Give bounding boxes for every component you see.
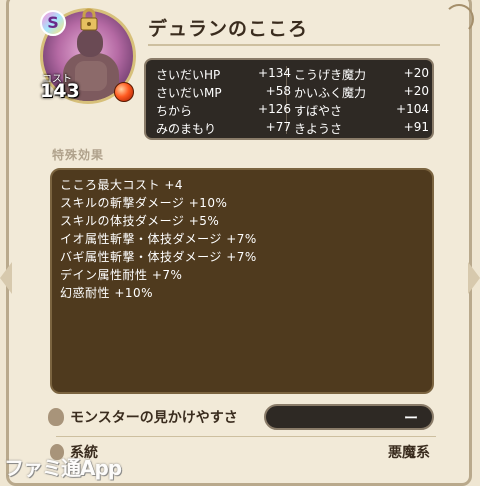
watermark-logo: ファミ通App (4, 456, 122, 480)
stat-value: +104 (396, 102, 429, 116)
page-title: デュランのこころ (148, 18, 309, 40)
lock-icon[interactable] (78, 8, 100, 32)
effect-line: スキルの体技ダメージ +5% (60, 214, 220, 228)
stat-row: すばやさ +104 (294, 102, 429, 120)
rank-badge: S (40, 10, 66, 36)
stat-row: こうげき魔力 +20 (294, 66, 429, 84)
stat-name: すばやさ (294, 104, 343, 118)
stat-name: きようさ (294, 122, 343, 136)
effect-line: こころ最大コスト +4 (60, 178, 184, 192)
section-divider (56, 436, 436, 437)
title-divider (148, 44, 440, 46)
effect-line: イオ属性斬撃・体技ダメージ +7% (60, 232, 257, 246)
stat-name: こうげき魔力 (294, 68, 367, 82)
stats-panel: さいだいHP +134 さいだいMP +58 ちから +126 みのまもり +7… (144, 58, 434, 140)
visibility-value: ー (404, 411, 418, 427)
stat-row: ちから +126 (156, 102, 291, 120)
cost-value: 143 (40, 80, 80, 102)
stat-name: さいだいHP (156, 68, 221, 82)
prev-arrow-icon[interactable] (0, 262, 12, 294)
stat-row: みのまもり +77 (156, 120, 291, 138)
visibility-bar: ー (264, 404, 434, 430)
special-effects-panel[interactable]: こころ最大コスト +4 スキルの斬撃ダメージ +10% スキルの体技ダメージ +… (50, 168, 434, 394)
corner-ornament-icon (444, 4, 474, 34)
stat-row: さいだいMP +58 (156, 84, 291, 102)
stat-value: +91 (403, 120, 429, 134)
portrait-head (77, 29, 103, 57)
effect-line: スキルの斬撃ダメージ +10% (60, 196, 228, 210)
stat-value: +20 (403, 84, 429, 98)
next-arrow-icon[interactable] (468, 262, 480, 294)
stat-value: +126 (258, 102, 291, 116)
stat-name: みのまもり (156, 122, 217, 136)
stat-name: ちから (156, 104, 193, 118)
special-effects-label: 特殊効果 (52, 148, 105, 162)
effect-line: バギ属性斬撃・体技ダメージ +7% (60, 250, 257, 264)
stat-name: さいだいMP (156, 86, 222, 100)
effect-line: 幻惑耐性 +10% (60, 286, 154, 300)
stat-name: かいふく魔力 (294, 86, 367, 100)
stat-row: きようさ +91 (294, 120, 429, 138)
stat-value: +77 (265, 120, 291, 134)
fire-orb-icon (114, 82, 134, 102)
category-value: 悪魔系 (388, 445, 430, 461)
stat-value: +134 (258, 66, 291, 80)
stat-value: +20 (403, 66, 429, 80)
visibility-label: モンスターの見かけやすさ (70, 410, 238, 426)
stat-value: +58 (265, 84, 291, 98)
stat-row: さいだいHP +134 (156, 66, 291, 84)
visibility-row: モンスターの見かけやすさ ー (44, 402, 436, 430)
effect-line: デイン属性耐性 +7% (60, 268, 183, 282)
stat-row: かいふく魔力 +20 (294, 84, 429, 102)
onion-bullet-icon (48, 408, 64, 426)
